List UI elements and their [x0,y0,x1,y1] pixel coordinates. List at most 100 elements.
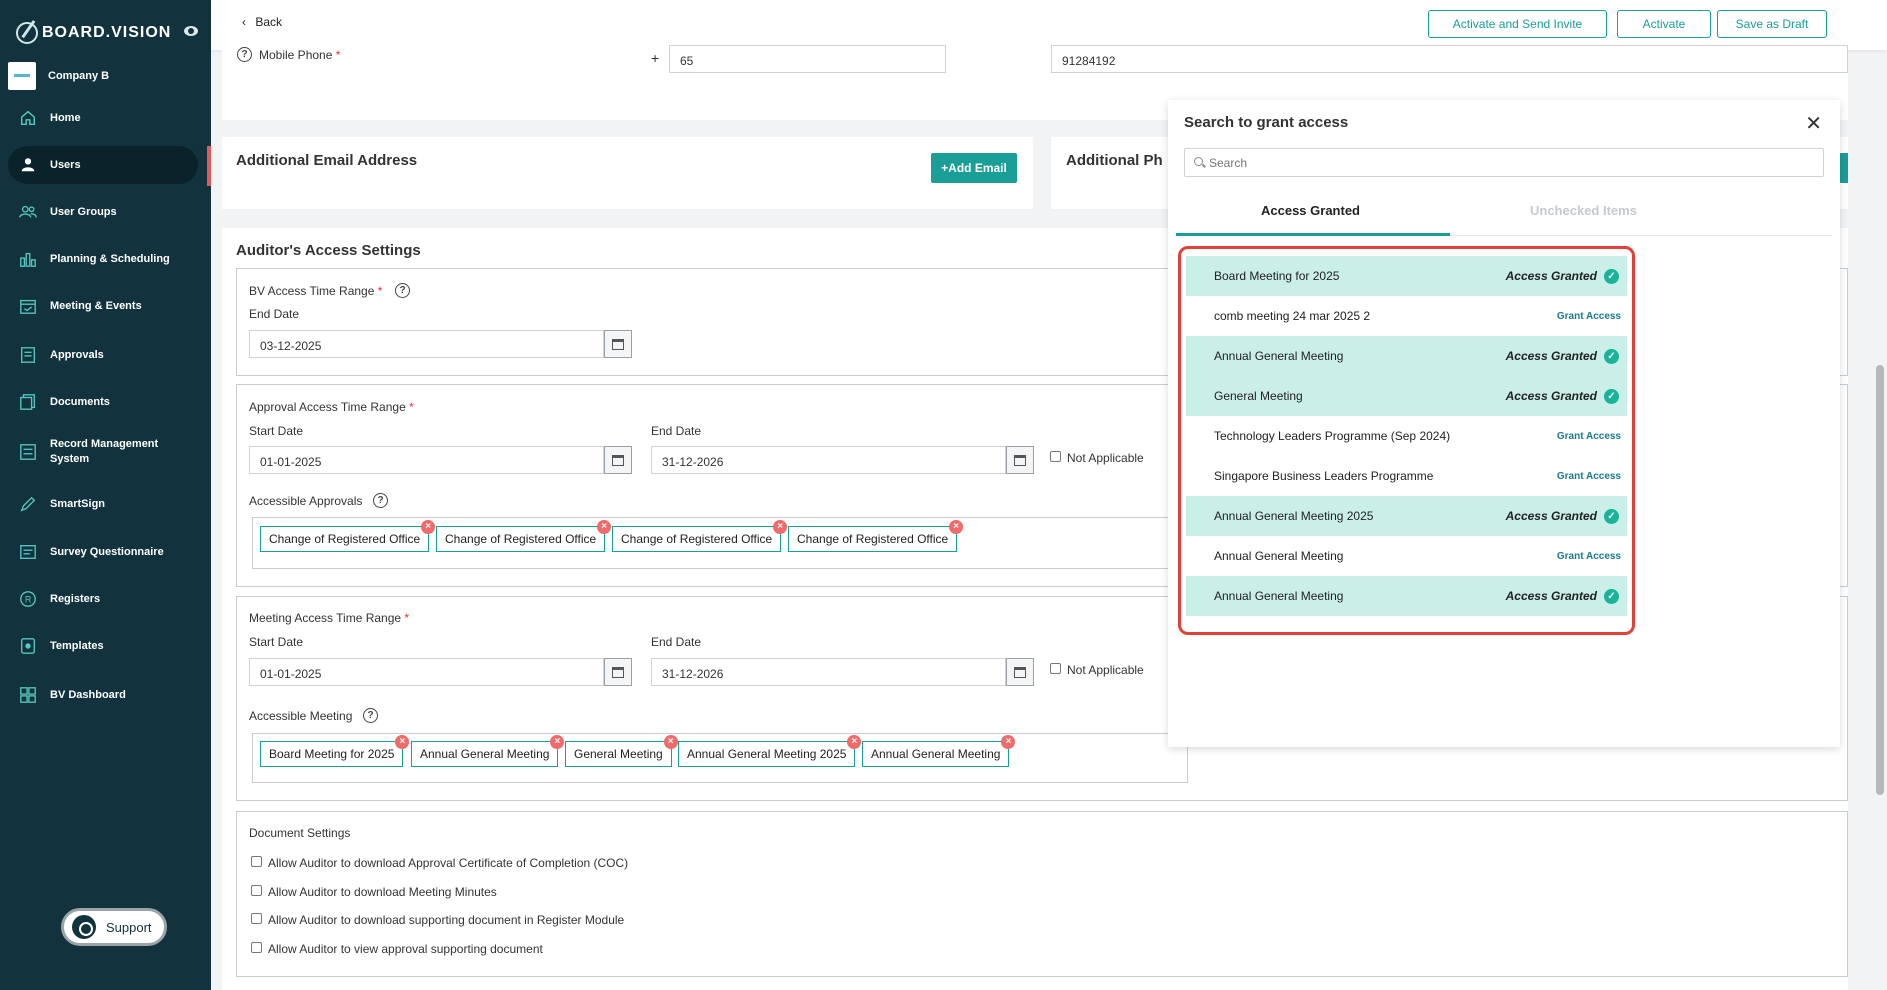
sidebar-item-planning[interactable]: Planning & Scheduling [8,240,198,278]
auditor-access-title: Auditor's Access Settings [236,242,421,259]
meeting-tag: Annual General Meeting 2025 × [678,735,862,767]
activate-send-invite-button[interactable]: Activate and Send Invite [1428,10,1607,38]
bv-range-label: BV Access Time Range * [249,284,383,298]
sidebar-item-label: Registers [50,592,101,605]
registered-icon: R [18,589,38,609]
grant-access-link[interactable]: Grant Access [1557,311,1621,322]
check-icon: ✓ [1604,508,1619,524]
sidebar-item-user-groups[interactable]: User Groups [8,193,198,231]
sidebar-item-users[interactable]: Users [8,146,198,184]
end-date-label: End Date [249,307,300,321]
start-date-label: Start Date [249,424,304,438]
grant-access-link[interactable]: Grant Access [1557,431,1621,442]
tab-active-indicator [1176,233,1450,236]
sidebar-item-label: Approvals [50,348,104,361]
doc-option-checkbox[interactable] [251,942,262,953]
item-name: Annual General Meeting [1214,549,1344,563]
help-icon[interactable]: ? [363,708,378,723]
list-item[interactable]: Annual General Meeting Access Granted ✓ [1186,576,1627,616]
approval-start-input[interactable]: 01-01-2025 [249,446,604,474]
page-scrollbar[interactable] [1876,365,1884,795]
company-switcher[interactable]: Company B [8,62,109,90]
grant-access-popup: Search to grant access ✕ Search Access G… [1168,100,1840,747]
sidebar-item-home[interactable]: Home [8,99,198,137]
sidebar: BOARD.VISION Company B Home Users User G… [0,0,211,990]
search-input[interactable]: Search [1184,148,1824,177]
close-icon[interactable]: ✕ [1805,114,1822,134]
sidebar-item-label: Record Management System [50,438,159,465]
support-button[interactable]: Support [61,908,167,946]
company-avatar [8,62,36,90]
sidebar-item-documents[interactable]: Documents [8,383,198,421]
bv-end-date-input[interactable]: 03-12-2025 [249,330,604,358]
topbar: ‹ Back Activate and Send Invite Activate… [211,0,1887,50]
grant-access-link[interactable]: Grant Access [1557,551,1621,562]
meeting-not-applicable-checkbox[interactable] [1050,663,1061,674]
country-code-input[interactable]: 65 [669,45,946,73]
list-item[interactable]: General Meeting Access Granted ✓ [1186,376,1627,416]
doc-option-checkbox[interactable] [251,856,262,867]
sidebar-item-label: BV Dashboard [50,688,126,701]
dashboard-icon [18,685,38,705]
phone-number-input[interactable]: 91284192 [1051,45,1848,73]
search-icon [1194,157,1203,166]
sidebar-item-meetings[interactable]: Meeting & Events [8,287,198,325]
list-item[interactable]: Annual General Meeting Access Granted ✓ [1186,336,1627,376]
users-icon [18,202,38,222]
meeting-range-label: Meeting Access Time Range * [249,611,410,625]
approval-end-input[interactable]: 31-12-2026 [651,446,1006,474]
sidebar-item-label: Users [50,158,81,171]
sidebar-item-registers[interactable]: R Registers [8,580,198,618]
meeting-tag: General Meeting × [565,735,678,767]
activate-button[interactable]: Activate [1617,10,1711,38]
sidebar-item-survey[interactable]: Survey Questionnaire [8,533,198,571]
remove-icon[interactable]: × [663,735,678,749]
save-draft-button[interactable]: Save as Draft [1717,10,1827,38]
check-icon: ✓ [1604,348,1619,364]
start-date-label: Start Date [249,635,304,649]
calendar-icon[interactable] [604,658,632,686]
list-item[interactable]: Board Meeting for 2025 Access Granted ✓ [1186,256,1627,296]
sidebar-item-label: Planning & Scheduling [50,252,170,265]
list-item: Technology Leaders Programme (Sep 2024) … [1186,416,1627,456]
record-icon [18,442,38,462]
add-email-button[interactable]: +Add Email [931,153,1017,183]
sidebar-item-records[interactable]: Record Management System [8,433,198,471]
tab-unchecked-items[interactable]: Unchecked Items [1530,203,1637,218]
help-icon[interactable]: ? [237,47,252,62]
approval-tag: Change of Registered Office × [260,520,436,552]
item-name: Board Meeting for 2025 [1214,269,1340,283]
calendar-icon[interactable] [1006,446,1034,474]
meeting-end-input[interactable]: 31-12-2026 [651,658,1006,686]
not-applicable-label: Not Applicable [1067,451,1144,465]
sidebar-item-smartsign[interactable]: SmartSign [8,485,198,523]
doc-option-checkbox[interactable] [251,885,262,896]
tab-access-granted[interactable]: Access Granted [1261,203,1360,218]
logo-text: BOARD.VISION [42,24,172,41]
meeting-tag: Annual General Meeting × [411,735,565,767]
doc-option-label: Allow Auditor to download supporting doc… [268,913,625,927]
back-link[interactable]: ‹ Back [242,15,282,29]
sidebar-item-dashboard[interactable]: BV Dashboard [8,676,198,714]
logo: BOARD.VISION [16,20,171,46]
calendar-icon[interactable] [604,330,632,358]
sidebar-item-approvals[interactable]: Approvals [8,336,198,374]
svg-text:R: R [25,595,32,605]
doc-option-label: Allow Auditor to download Meeting Minute… [268,885,497,899]
item-name: Annual General Meeting [1214,349,1344,363]
end-date-label: End Date [651,635,702,649]
list-item[interactable]: Annual General Meeting 2025 Access Grant… [1186,496,1627,536]
list-item: Annual General Meeting Grant Access [1186,536,1627,576]
doc-option-checkbox[interactable] [251,913,262,924]
help-icon[interactable]: ? [373,493,388,508]
calendar-icon[interactable] [1006,658,1034,686]
access-granted-status: Access Granted [1505,509,1597,523]
calendar-icon[interactable] [604,446,632,474]
sidebar-item-templates[interactable]: Templates [8,627,198,665]
help-icon[interactable]: ? [395,283,410,298]
grant-access-link[interactable]: Grant Access [1557,471,1621,482]
eye-icon[interactable] [184,26,198,36]
search-placeholder: Search [1209,156,1248,170]
meeting-start-input[interactable]: 01-01-2025 [249,658,604,686]
approval-not-applicable-checkbox[interactable] [1050,451,1061,462]
